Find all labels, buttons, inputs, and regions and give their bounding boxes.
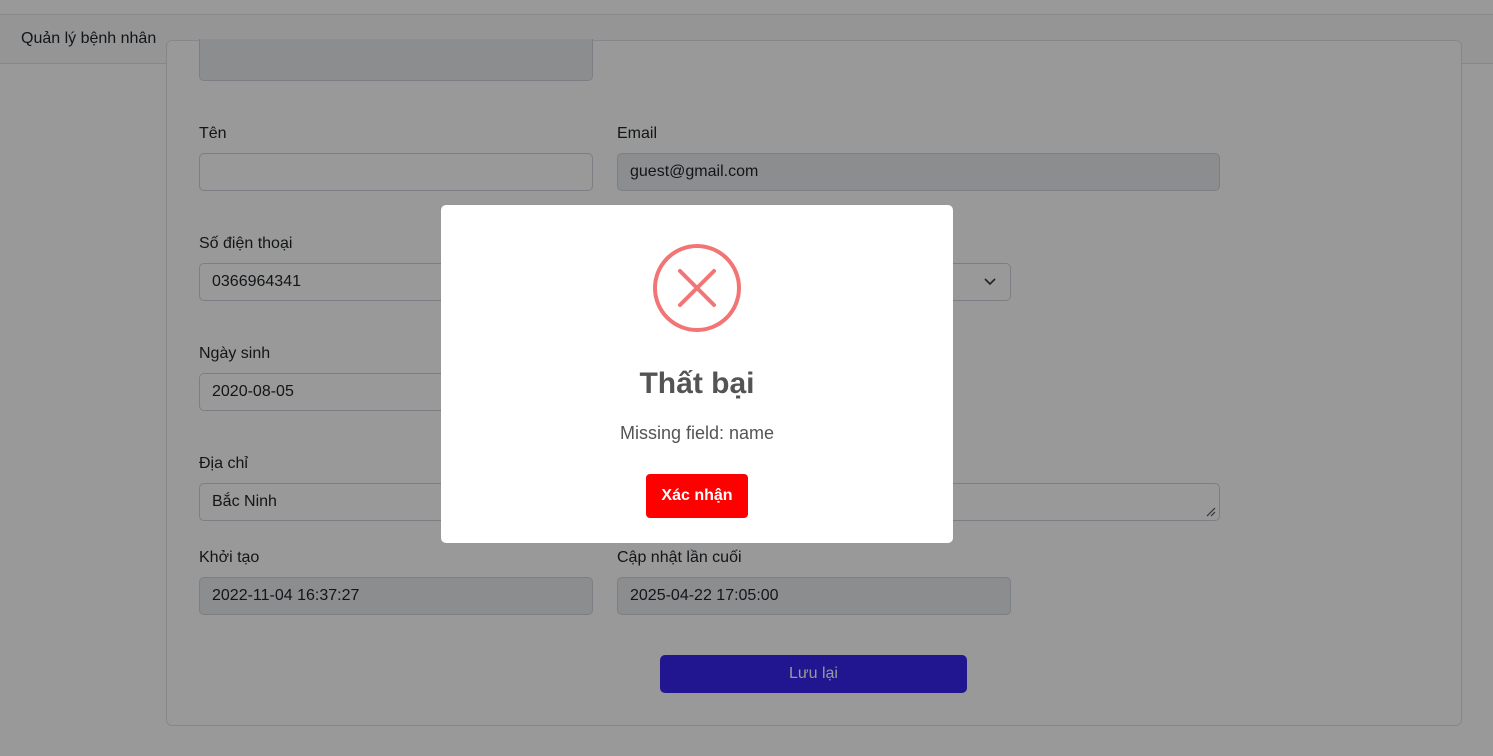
error-dialog: Thất bại Missing field: name Xác nhận [441,205,953,543]
error-x-icon [653,244,741,332]
dialog-title: Thất bại [639,367,755,400]
confirm-button[interactable]: Xác nhận [646,474,748,518]
dialog-message: Missing field: name [619,423,775,443]
